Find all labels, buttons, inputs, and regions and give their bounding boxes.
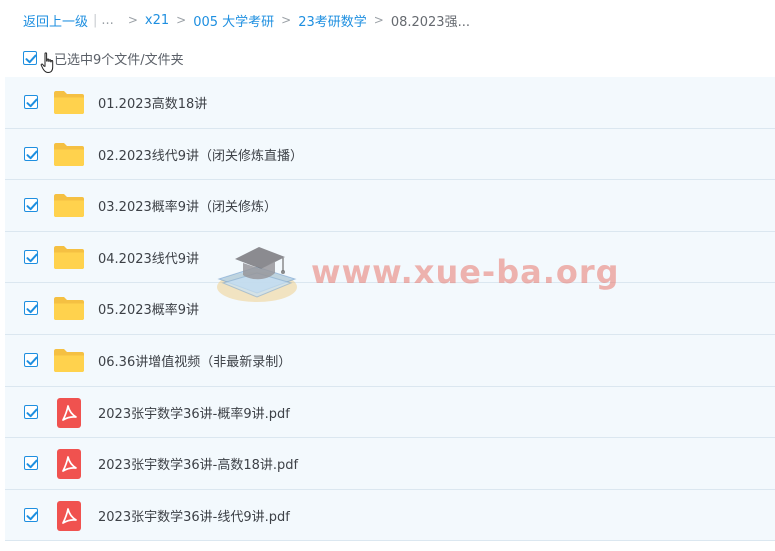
checkmark-icon: [26, 201, 38, 211]
pdf-file-icon: [53, 500, 85, 535]
breadcrumb: 返回上一级 | ... > x21 > 005 大学考研 > 23考研数学 > …: [23, 9, 470, 31]
breadcrumb-item-university-exam[interactable]: 005 大学考研: [193, 11, 274, 30]
row-checkbox[interactable]: [24, 198, 38, 213]
select-all-checkbox[interactable]: [23, 51, 37, 65]
breadcrumb-current: 08.2023强...: [390, 14, 470, 30]
row-checkbox[interactable]: [24, 95, 38, 109]
folder-icon: [53, 192, 85, 222]
file-row[interactable]: 2023张宇数学36讲-概率9讲.pdf: [5, 386, 775, 439]
row-checkbox[interactable]: [24, 456, 38, 471]
folder-row[interactable]: 02.2023线代9讲（闭关修炼直播）: [5, 128, 775, 181]
checkmark-icon: [26, 150, 38, 159]
row-checkbox[interactable]: [24, 146, 38, 161]
breadcrumb-separator: >: [127, 13, 138, 27]
folder-icon: [53, 295, 85, 325]
file-name[interactable]: 2023张宇数学36讲-高数18讲.pdf: [98, 454, 298, 473]
folder-icon: [53, 347, 85, 377]
folder-icon: [53, 89, 85, 119]
row-checkbox[interactable]: [24, 404, 38, 419]
breadcrumb-divider: |: [93, 12, 98, 28]
checkmark-icon: [26, 304, 38, 314]
checkmark-icon: [25, 54, 37, 64]
file-name[interactable]: 01.2023高数18讲: [98, 93, 207, 112]
file-browser: 返回上一级 | ... > x21 > 005 大学考研 > 23考研数学 > …: [0, 0, 775, 551]
checkmark-icon: [26, 253, 38, 262]
checkmark-icon: [26, 408, 38, 417]
file-row[interactable]: 2023张宇数学36讲-线代9讲.pdf: [5, 489, 775, 542]
file-name[interactable]: 05.2023概率9讲: [98, 299, 199, 318]
folder-icon: [53, 141, 85, 171]
breadcrumb-item-math[interactable]: 23考研数学: [298, 11, 367, 30]
breadcrumb-item-x21[interactable]: x21: [145, 13, 169, 28]
file-name[interactable]: 03.2023概率9讲（闭关修炼）: [98, 196, 277, 215]
row-checkbox[interactable]: [24, 301, 38, 316]
pdf-file-icon: [53, 397, 85, 432]
checkmark-icon: [26, 459, 38, 469]
file-name[interactable]: 06.36讲增值视频（非最新录制）: [98, 351, 291, 370]
breadcrumb-separator: >: [373, 13, 384, 27]
pdf-file-icon: [53, 449, 85, 483]
breadcrumb-separator: >: [281, 13, 292, 27]
folder-icon: [53, 244, 85, 274]
folder-row[interactable]: 01.2023高数18讲: [5, 77, 775, 129]
breadcrumb-separator: >: [176, 13, 187, 27]
back-link[interactable]: 返回上一级: [23, 11, 88, 30]
folder-row[interactable]: 03.2023概率9讲（闭关修炼）: [5, 180, 775, 232]
folder-row[interactable]: 04.2023线代9讲: [5, 231, 775, 284]
folder-row[interactable]: 06.36讲增值视频（非最新录制）: [5, 334, 775, 387]
hand-cursor-icon: [40, 52, 56, 78]
checkmark-icon: [26, 98, 38, 108]
file-name[interactable]: 2023张宇数学36讲-概率9讲.pdf: [98, 403, 290, 422]
checkmark-icon: [26, 356, 38, 366]
row-checkbox[interactable]: [24, 249, 38, 264]
folder-row[interactable]: 05.2023概率9讲: [5, 283, 775, 335]
file-list: 01.2023高数18讲 02.2023线代9讲（闭关修炼直播） 03.2023概率…: [5, 77, 775, 542]
checkmark-icon: [26, 511, 38, 520]
file-name[interactable]: 02.2023线代9讲（闭关修炼直播）: [98, 145, 303, 164]
row-checkbox[interactable]: [24, 507, 38, 522]
breadcrumb-ellipsis[interactable]: ...: [101, 13, 113, 28]
file-name[interactable]: 2023张宇数学36讲-线代9讲.pdf: [98, 506, 290, 525]
file-row[interactable]: 2023张宇数学36讲-高数18讲.pdf: [5, 438, 775, 490]
selection-count: 已选中9个文件/文件夹: [54, 52, 184, 68]
file-name[interactable]: 04.2023线代9讲: [98, 248, 199, 267]
row-checkbox[interactable]: [24, 352, 38, 367]
